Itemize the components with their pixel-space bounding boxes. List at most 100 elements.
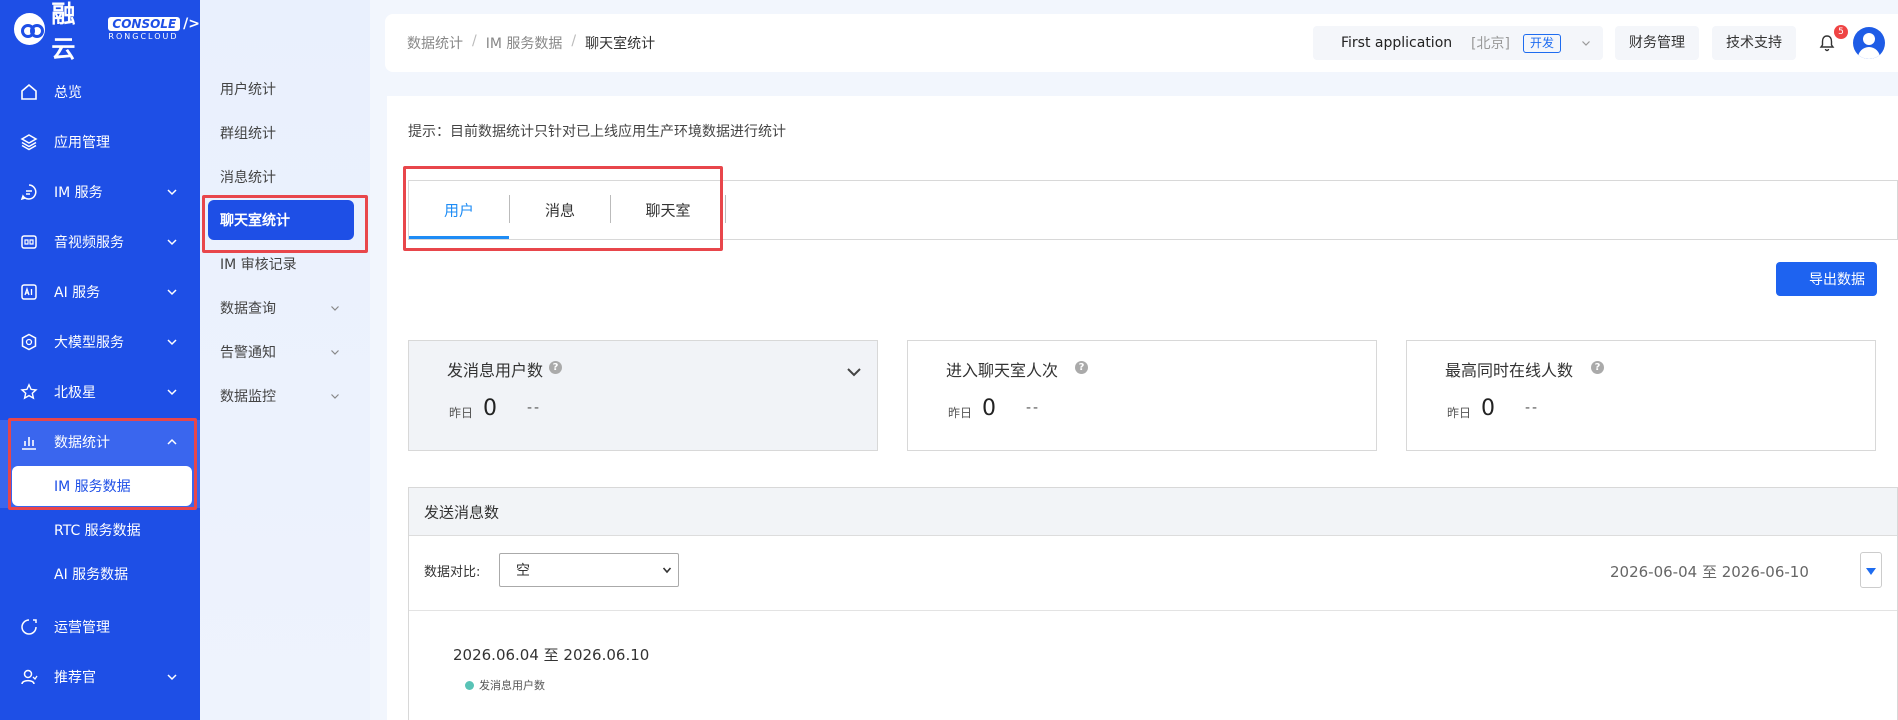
chevron-down-icon: [1582, 41, 1590, 46]
chevron-down-icon: [167, 339, 177, 346]
panel-header: 发送消息数: [409, 488, 1897, 536]
stat-card-peak-online[interactable]: 最高同时在线人数 ? 昨日 0 --: [1406, 340, 1876, 451]
sidebar-subitem-rtc-data[interactable]: RTC 服务数据: [0, 508, 200, 552]
layers-icon: [20, 134, 38, 151]
tab-label: 聊天室: [645, 201, 691, 220]
breadcrumb-separator: /: [472, 33, 477, 49]
subnav-message-stats[interactable]: 消息统计: [200, 157, 370, 197]
sidebar-subitem-im-data[interactable]: IM 服务数据: [0, 464, 200, 508]
logo-mark-icon: [14, 13, 46, 45]
compare-select[interactable]: 空: [499, 553, 679, 587]
breadcrumb-current: 聊天室统计: [585, 36, 656, 52]
chevron-down-icon: [167, 239, 177, 246]
yesterday-label: 昨日: [948, 406, 973, 420]
export-data-button[interactable]: 导出数据: [1776, 262, 1877, 296]
brand-console: CONSOLE: [108, 17, 181, 31]
sidebar-item-im-service[interactable]: IM 服务: [0, 170, 200, 214]
subnav-im-audit[interactable]: IM 审核记录: [200, 244, 370, 284]
subnav-item-label: IM 审核记录: [220, 257, 297, 273]
app-region: [北京]: [1471, 36, 1510, 52]
avatar[interactable]: [1853, 27, 1885, 59]
secondary-sidebar: 用户统计 群组统计 消息统计 聊天室统计 IM 审核记录 数据查询 告警通知 数…: [200, 0, 370, 720]
stat-trend: --: [1026, 400, 1041, 416]
subnav-user-stats[interactable]: 用户统计: [200, 69, 370, 109]
brand-console-slash: />: [183, 16, 200, 32]
subnav-chatroom-stats[interactable]: 聊天室统计: [200, 200, 370, 240]
breadcrumb-item[interactable]: IM 服务数据: [486, 33, 563, 53]
model-icon: [21, 333, 37, 351]
chevron-down-icon: [331, 394, 339, 399]
help-icon[interactable]: ?: [1591, 361, 1604, 374]
date-range[interactable]: 2026-06-04 至 2026-06-10: [1610, 561, 1809, 582]
sidebar-item-overview[interactable]: 总览: [0, 70, 200, 114]
tab-label: 消息: [544, 201, 575, 220]
chart-title: 2026.06.04 至 2026.06.10: [453, 646, 650, 664]
stat-value: 0: [982, 396, 996, 421]
stat-title: 发消息用户数: [447, 361, 544, 380]
sidebar-item-label: 推荐官: [54, 670, 96, 686]
chevron-down-icon[interactable]: [845, 363, 863, 381]
compare-value: 空: [516, 563, 530, 579]
stat-trend: --: [527, 400, 542, 416]
chart-legend[interactable]: 发消息用户数: [465, 677, 545, 693]
stat-card-sender-users[interactable]: 发消息用户数 ? 昨日 0 --: [408, 340, 878, 451]
tab-label: 用户: [443, 201, 474, 220]
app-name: First application: [1341, 35, 1453, 51]
sidebar-item-app-management[interactable]: 应用管理: [0, 120, 200, 164]
sidebar-item-av-service[interactable]: 音视频服务: [0, 220, 200, 264]
top-header: 数据统计 / IM 服务数据 / 聊天室统计 First application…: [385, 14, 1898, 72]
stat-title: 最高同时在线人数: [1445, 361, 1574, 380]
divider: [409, 610, 1897, 611]
brand-sub: RONGCLOUD: [108, 32, 179, 41]
sidebar-item-label: 音视频服务: [54, 235, 124, 251]
main-content: 提示：目前数据统计只针对已上线应用生产环境数据进行统计 用户 消息 聊天室 导出…: [387, 96, 1898, 720]
support-button[interactable]: 技术支持: [1712, 26, 1796, 60]
tab-bar: 用户 消息 聊天室: [408, 180, 1898, 240]
breadcrumb-item[interactable]: 数据统计: [407, 33, 463, 53]
stat-card-chatroom-entries[interactable]: 进入聊天室人次 ? 昨日 0 --: [907, 340, 1377, 451]
sidebar-item-north-star[interactable]: 北极星: [0, 370, 200, 414]
primary-sidebar: 融云 CONSOLE /> RONGCLOUD 总览 应用管理 IM 服务 音视…: [0, 0, 200, 720]
sidebar-subitem-ai-data[interactable]: AI 服务数据: [0, 552, 200, 596]
chevron-down-icon: [331, 306, 339, 311]
sidebar-item-operations[interactable]: 运营管理: [0, 605, 200, 649]
sidebar-item-referrer[interactable]: 推荐官: [0, 655, 200, 699]
tab-message[interactable]: 消息: [510, 181, 610, 239]
sidebar-item-llm-service[interactable]: 大模型服务: [0, 320, 200, 364]
subnav-alerts[interactable]: 告警通知: [200, 332, 370, 372]
ai-icon: [21, 284, 37, 300]
subnav-data-query[interactable]: 数据查询: [200, 288, 370, 328]
app-selector[interactable]: First application [北京] 开发: [1313, 26, 1603, 60]
panel-title: 发送消息数: [424, 503, 500, 521]
stat-value: 0: [483, 396, 497, 421]
yesterday-label: 昨日: [449, 406, 474, 420]
date-range-dropdown[interactable]: [1860, 552, 1882, 588]
chevron-up-icon: [167, 438, 177, 445]
home-icon: [21, 83, 37, 100]
chevron-down-icon: [167, 389, 177, 396]
help-icon[interactable]: ?: [549, 361, 562, 374]
sidebar-item-data-statistics[interactable]: 数据统计: [0, 420, 200, 464]
rongcloud-logo[interactable]: 融云 CONSOLE /> RONGCLOUD: [14, 0, 200, 63]
subnav-data-monitor[interactable]: 数据监控: [200, 376, 370, 416]
message-count-panel: 发送消息数 数据对比: 空 2026-06-04 至 2026-06-10 20…: [408, 487, 1898, 720]
sidebar-item-ai-service[interactable]: AI 服务: [0, 270, 200, 314]
tab-user[interactable]: 用户: [409, 181, 509, 239]
chevron-down-icon: [662, 567, 672, 574]
tip-text: 提示：目前数据统计只针对已上线应用生产环境数据进行统计: [408, 124, 786, 140]
sidebar-subitem-label: AI 服务数据: [54, 567, 129, 583]
subnav-item-label: 数据监控: [220, 389, 276, 405]
export-label: 导出数据: [1809, 272, 1865, 288]
chevron-down-icon: [167, 189, 177, 196]
subnav-item-label: 数据查询: [220, 301, 276, 317]
sidebar-item-label: 数据统计: [54, 435, 110, 451]
help-icon[interactable]: ?: [1075, 361, 1088, 374]
sidebar-item-label: 北极星: [54, 385, 96, 401]
tab-chatroom[interactable]: 聊天室: [611, 181, 725, 239]
brand-name: 融云: [51, 0, 77, 63]
breadcrumb-separator: /: [571, 33, 577, 49]
subnav-group-stats[interactable]: 群组统计: [200, 113, 370, 153]
finance-button[interactable]: 财务管理: [1615, 26, 1699, 60]
yesterday-label: 昨日: [1447, 406, 1472, 420]
subnav-item-label: 告警通知: [220, 345, 276, 361]
